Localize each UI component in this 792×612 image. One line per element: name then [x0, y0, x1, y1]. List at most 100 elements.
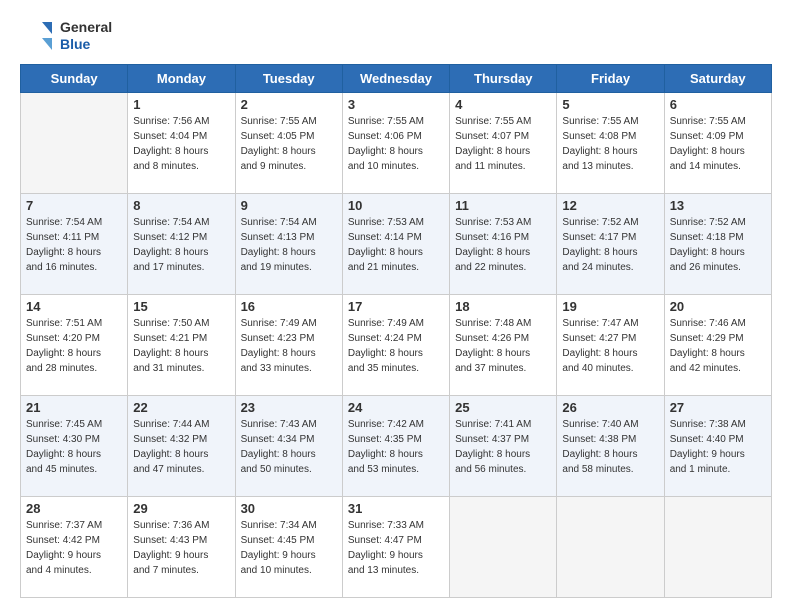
day-number: 13 — [670, 198, 766, 213]
calendar-day-cell: 29 Sunrise: 7:36 AMSunset: 4:43 PMDayligh… — [128, 497, 235, 598]
calendar-day-cell: 27Sunrise: 7:38 AMSunset: 4:40 PMDayligh… — [664, 396, 771, 497]
calendar-day-cell: 3 Sunrise: 7:55 AMSunset: 4:06 PMDaylight… — [342, 93, 449, 194]
day-number: 24 — [348, 400, 444, 415]
calendar-day-cell: 19Sunrise: 7:47 AMSunset: 4:27 PMDayligh… — [557, 295, 664, 396]
day-number: 9 — [241, 198, 337, 213]
calendar-day-cell: 20 Sunrise: 7:46 AMSunset: 4:29 PMDayligh… — [664, 295, 771, 396]
weekday-header-cell: Wednesday — [342, 65, 449, 93]
day-number: 18 — [455, 299, 551, 314]
day-info: Sunrise: 7:45 AMSunset: 4:30 PMDaylight:… — [26, 417, 122, 477]
calendar-day-cell: 15 Sunrise: 7:50 AMSunset: 4:21 PMDayligh… — [128, 295, 235, 396]
calendar-day-cell: 24 Sunrise: 7:42 AMSunset: 4:35 PMDayligh… — [342, 396, 449, 497]
day-info: Sunrise: 7:54 AMSunset: 4:12 PMDaylight:… — [133, 215, 229, 275]
day-info: Sunrise: 7:42 AMSunset: 4:35 PMDaylight:… — [348, 417, 444, 477]
calendar-day-cell: 25 Sunrise: 7:41 AMSunset: 4:37 PMDayligh… — [450, 396, 557, 497]
calendar-table: SundayMondayTuesdayWednesdayThursdayFrid… — [20, 64, 772, 598]
day-number: 29 — [133, 501, 229, 516]
calendar-day-cell: 4Sunrise: 7:55 AMSunset: 4:07 PMDaylight… — [450, 93, 557, 194]
day-info: Sunrise: 7:52 AMSunset: 4:17 PMDaylight:… — [562, 215, 658, 275]
day-number: 11 — [455, 198, 551, 213]
weekday-header-row: SundayMondayTuesdayWednesdayThursdayFrid… — [21, 65, 772, 93]
day-number: 15 — [133, 299, 229, 314]
calendar-day-cell: 1 Sunrise: 7:56 AMSunset: 4:04 PMDaylight… — [128, 93, 235, 194]
weekday-header-cell: Friday — [557, 65, 664, 93]
day-number: 6 — [670, 97, 766, 112]
day-number: 28 — [26, 501, 122, 516]
calendar-week-row: 1 Sunrise: 7:56 AMSunset: 4:04 PMDaylight… — [21, 93, 772, 194]
day-number: 7 — [26, 198, 122, 213]
logo-blue: Blue — [60, 36, 112, 53]
weekday-header-cell: Sunday — [21, 65, 128, 93]
logo-general: General — [60, 19, 112, 36]
calendar-day-cell: 13Sunrise: 7:52 AMSunset: 4:18 PMDayligh… — [664, 194, 771, 295]
calendar-day-cell: 7Sunrise: 7:54 AMSunset: 4:11 PMDaylight… — [21, 194, 128, 295]
day-number: 14 — [26, 299, 122, 314]
day-number: 22 — [133, 400, 229, 415]
calendar-day-cell: 26Sunrise: 7:40 AMSunset: 4:38 PMDayligh… — [557, 396, 664, 497]
day-number: 26 — [562, 400, 658, 415]
calendar-week-row: 14Sunrise: 7:51 AMSunset: 4:20 PMDayligh… — [21, 295, 772, 396]
day-number: 1 — [133, 97, 229, 112]
calendar-day-cell: 9 Sunrise: 7:54 AMSunset: 4:13 PMDaylight… — [235, 194, 342, 295]
calendar-day-cell: 28 Sunrise: 7:37 AMSunset: 4:42 PMDayligh… — [21, 497, 128, 598]
calendar-week-row: 28 Sunrise: 7:37 AMSunset: 4:42 PMDayligh… — [21, 497, 772, 598]
day-number: 30 — [241, 501, 337, 516]
day-info: Sunrise: 7:56 AMSunset: 4:04 PMDaylight:… — [133, 114, 229, 174]
page: General Blue SundayMondayTuesdayWednesda… — [0, 0, 792, 612]
header: General Blue — [20, 18, 772, 54]
day-number: 16 — [241, 299, 337, 314]
calendar-day-cell: 6 Sunrise: 7:55 AMSunset: 4:09 PMDaylight… — [664, 93, 771, 194]
day-info: Sunrise: 7:36 AMSunset: 4:43 PMDaylight:… — [133, 518, 229, 578]
day-info: Sunrise: 7:54 AMSunset: 4:13 PMDaylight:… — [241, 215, 337, 275]
calendar-day-cell: 18Sunrise: 7:48 AMSunset: 4:26 PMDayligh… — [450, 295, 557, 396]
day-number: 27 — [670, 400, 766, 415]
day-info: Sunrise: 7:55 AMSunset: 4:06 PMDaylight:… — [348, 114, 444, 174]
day-info: Sunrise: 7:33 AMSunset: 4:47 PMDaylight:… — [348, 518, 444, 578]
day-info: Sunrise: 7:49 AMSunset: 4:23 PMDaylight:… — [241, 316, 337, 376]
day-number: 31 — [348, 501, 444, 516]
day-info: Sunrise: 7:34 AMSunset: 4:45 PMDaylight:… — [241, 518, 337, 578]
calendar-day-cell — [557, 497, 664, 598]
day-info: Sunrise: 7:37 AMSunset: 4:42 PMDaylight:… — [26, 518, 122, 578]
day-number: 25 — [455, 400, 551, 415]
day-info: Sunrise: 7:49 AMSunset: 4:24 PMDaylight:… — [348, 316, 444, 376]
day-info: Sunrise: 7:55 AMSunset: 4:08 PMDaylight:… — [562, 114, 658, 174]
day-info: Sunrise: 7:55 AMSunset: 4:05 PMDaylight:… — [241, 114, 337, 174]
day-number: 10 — [348, 198, 444, 213]
day-info: Sunrise: 7:43 AMSunset: 4:34 PMDaylight:… — [241, 417, 337, 477]
calendar-day-cell: 14Sunrise: 7:51 AMSunset: 4:20 PMDayligh… — [21, 295, 128, 396]
calendar-day-cell: 16 Sunrise: 7:49 AMSunset: 4:23 PMDayligh… — [235, 295, 342, 396]
day-number: 3 — [348, 97, 444, 112]
day-number: 5 — [562, 97, 658, 112]
calendar-day-cell: 31 Sunrise: 7:33 AMSunset: 4:47 PMDayligh… — [342, 497, 449, 598]
calendar-day-cell: 17 Sunrise: 7:49 AMSunset: 4:24 PMDayligh… — [342, 295, 449, 396]
calendar-body: 1 Sunrise: 7:56 AMSunset: 4:04 PMDaylight… — [21, 93, 772, 598]
day-info: Sunrise: 7:50 AMSunset: 4:21 PMDaylight:… — [133, 316, 229, 376]
calendar-day-cell: 10Sunrise: 7:53 AMSunset: 4:14 PMDayligh… — [342, 194, 449, 295]
weekday-header-cell: Thursday — [450, 65, 557, 93]
day-info: Sunrise: 7:44 AMSunset: 4:32 PMDaylight:… — [133, 417, 229, 477]
day-info: Sunrise: 7:41 AMSunset: 4:37 PMDaylight:… — [455, 417, 551, 477]
day-number: 20 — [670, 299, 766, 314]
calendar-day-cell — [21, 93, 128, 194]
calendar-day-cell — [450, 497, 557, 598]
day-info: Sunrise: 7:47 AMSunset: 4:27 PMDaylight:… — [562, 316, 658, 376]
calendar-day-cell: 5 Sunrise: 7:55 AMSunset: 4:08 PMDaylight… — [557, 93, 664, 194]
calendar-day-cell: 12 Sunrise: 7:52 AMSunset: 4:17 PMDayligh… — [557, 194, 664, 295]
calendar-day-cell — [664, 497, 771, 598]
logo-svg — [20, 18, 56, 54]
logo: General Blue — [20, 18, 112, 54]
day-number: 2 — [241, 97, 337, 112]
weekday-header-cell: Tuesday — [235, 65, 342, 93]
day-number: 8 — [133, 198, 229, 213]
day-info: Sunrise: 7:55 AMSunset: 4:09 PMDaylight:… — [670, 114, 766, 174]
calendar-day-cell: 8 Sunrise: 7:54 AMSunset: 4:12 PMDaylight… — [128, 194, 235, 295]
day-number: 12 — [562, 198, 658, 213]
calendar-day-cell: 21Sunrise: 7:45 AMSunset: 4:30 PMDayligh… — [21, 396, 128, 497]
day-info: Sunrise: 7:46 AMSunset: 4:29 PMDaylight:… — [670, 316, 766, 376]
calendar-day-cell: 2 Sunrise: 7:55 AMSunset: 4:05 PMDaylight… — [235, 93, 342, 194]
calendar-day-cell: 23Sunrise: 7:43 AMSunset: 4:34 PMDayligh… — [235, 396, 342, 497]
calendar-day-cell: 22 Sunrise: 7:44 AMSunset: 4:32 PMDayligh… — [128, 396, 235, 497]
day-info: Sunrise: 7:55 AMSunset: 4:07 PMDaylight:… — [455, 114, 551, 174]
day-number: 17 — [348, 299, 444, 314]
